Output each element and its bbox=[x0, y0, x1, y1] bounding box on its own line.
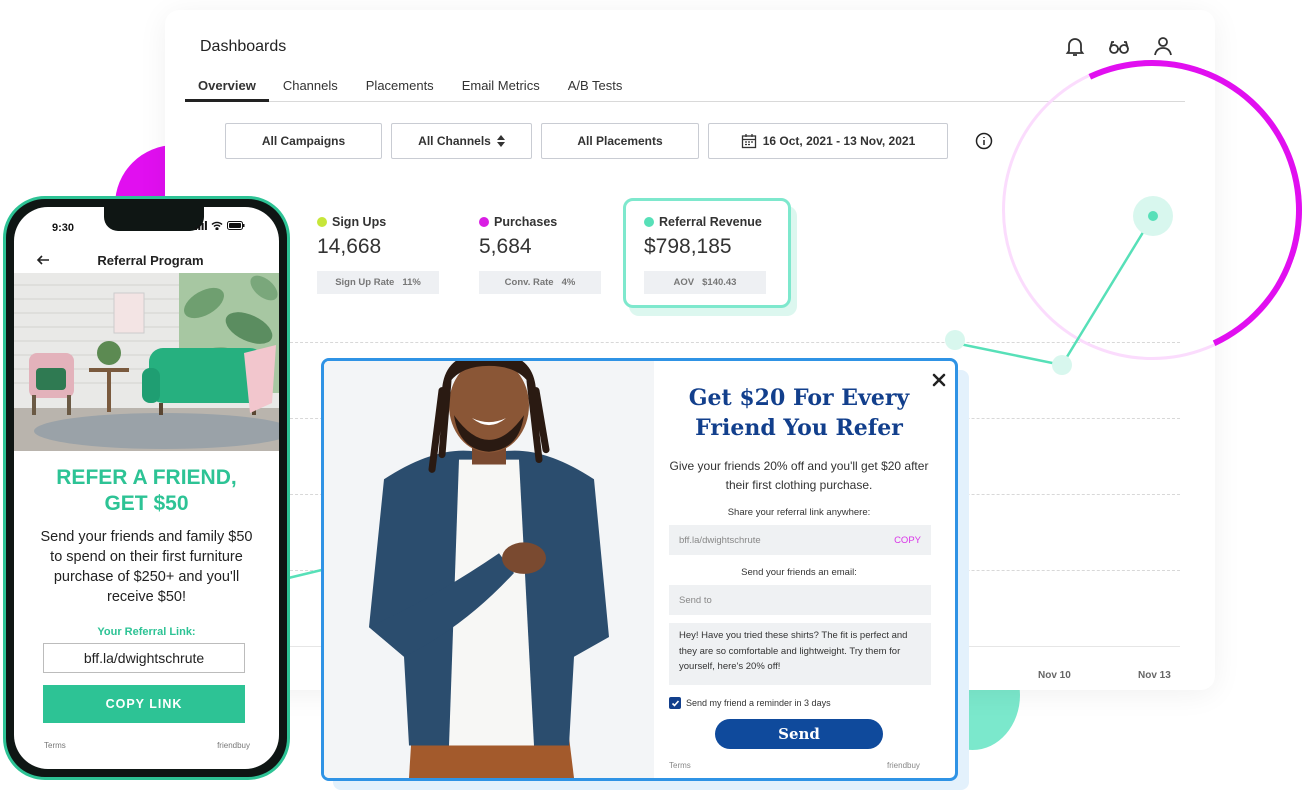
phone-terms-link[interactable]: Terms bbox=[44, 741, 66, 750]
kpi-revenue-sub: AOV $140.43 bbox=[644, 271, 766, 294]
calendar-icon bbox=[741, 134, 756, 149]
status-icons bbox=[195, 221, 245, 230]
phone-body-text: Send your friends and family $50 to spen… bbox=[40, 529, 253, 605]
phone-nav: Referral Program bbox=[14, 247, 279, 275]
kpi-purchases-value: 5,684 bbox=[479, 235, 532, 258]
purchases-dot bbox=[479, 217, 489, 227]
smiling-man-photo bbox=[324, 361, 654, 778]
bell-icon[interactable] bbox=[1063, 34, 1087, 58]
phone-notch bbox=[104, 207, 204, 231]
campaigns-filter[interactable]: All Campaigns bbox=[225, 123, 382, 159]
reminder-row: Send my friend a reminder in 3 days bbox=[669, 697, 831, 709]
check-icon bbox=[671, 699, 679, 707]
share-link-label: Share your referral link anywhere: bbox=[727, 507, 871, 518]
header-icons bbox=[1063, 34, 1175, 58]
kpi-sign-ups-label: Sign Ups bbox=[332, 215, 387, 229]
kpi-sign-ups-value: 14,668 bbox=[317, 235, 382, 258]
referral-link-field[interactable]: bff.la/dwightschrute bbox=[43, 643, 245, 673]
placements-filter[interactable]: All Placements bbox=[541, 123, 699, 159]
referral-link-field[interactable]: bff.la/dwightschrute COPY bbox=[669, 525, 931, 555]
conv-rate-value: 4% bbox=[561, 277, 576, 288]
popup-title: Get $20 For Every Friend You Refer bbox=[688, 385, 910, 441]
kpi-sign-ups-sub: Sign Up Rate 11% bbox=[317, 271, 439, 294]
phone-mockup: 9:30 Referral Program REFER A FRIEND, GE… bbox=[3, 196, 290, 780]
date-range-label: 16 Oct, 2021 - 13 Nov, 2021 bbox=[762, 134, 916, 148]
send-to-placeholder: Send to bbox=[679, 594, 712, 606]
phone-headline-line2: GET $50 bbox=[104, 492, 189, 515]
popup-brand: friendbuy bbox=[887, 761, 920, 770]
kpi-sign-ups[interactable]: Sign Ups 14,668 Sign Up Rate 11% bbox=[317, 215, 439, 294]
living-room-photo bbox=[14, 273, 279, 451]
tab-channels[interactable]: Channels bbox=[269, 78, 352, 102]
wifi-icon bbox=[211, 221, 223, 230]
kpi-revenue-label: Referral Revenue bbox=[659, 215, 762, 229]
referral-link-value: bff.la/dwightschrute bbox=[679, 534, 761, 546]
tab-overview[interactable]: Overview bbox=[185, 78, 269, 102]
popup-terms-link[interactable]: Terms bbox=[669, 761, 691, 770]
phone-headline: REFER A FRIEND, GET $50 bbox=[14, 465, 279, 517]
referral-popup: Get $20 For Every Friend You Refer Give … bbox=[321, 358, 958, 781]
status-time: 9:30 bbox=[52, 222, 75, 234]
phone-brand: friendbuy bbox=[217, 741, 250, 750]
kpi-purchases-label: Purchases bbox=[494, 215, 558, 229]
email-message-textarea[interactable]: Hey! Have you tried these shirts? The fi… bbox=[669, 623, 931, 685]
dashboard-title: Dashboards bbox=[200, 38, 287, 55]
kpi-purchases[interactable]: Purchases 5,684 Conv. Rate 4% bbox=[479, 215, 601, 294]
kpi-purchases-sub: Conv. Rate 4% bbox=[479, 271, 601, 294]
reminder-checkbox[interactable] bbox=[669, 697, 681, 709]
kpi-revenue-header: Referral Revenue bbox=[644, 215, 766, 229]
aov-label: AOV bbox=[673, 277, 695, 288]
tab-email-metrics[interactable]: Email Metrics bbox=[448, 78, 554, 102]
sort-arrows-icon bbox=[496, 135, 505, 147]
channels-filter[interactable]: All Channels bbox=[391, 123, 532, 159]
sign-up-rate-value: 11% bbox=[402, 277, 421, 288]
date-range-picker[interactable]: 16 Oct, 2021 - 13 Nov, 2021 bbox=[708, 123, 948, 159]
kpi-purchases-header: Purchases bbox=[479, 215, 601, 229]
tab-ab-tests[interactable]: A/B Tests bbox=[554, 78, 637, 102]
aov-value: $140.43 bbox=[702, 277, 737, 288]
reminder-label: Send my friend a reminder in 3 days bbox=[686, 698, 831, 708]
filter-bar: All Campaigns All Channels All Placement… bbox=[225, 123, 993, 159]
phone-screen: 9:30 Referral Program REFER A FRIEND, GE… bbox=[14, 207, 279, 769]
sign-ups-dot bbox=[317, 217, 327, 227]
send-to-input[interactable]: Send to bbox=[669, 585, 931, 615]
copy-link-button[interactable]: COPY LINK bbox=[43, 685, 245, 723]
battery-icon bbox=[227, 221, 245, 230]
email-section-label: Send your friends an email: bbox=[741, 567, 857, 578]
kpi-referral-revenue[interactable]: Referral Revenue $798,185 AOV $140.43 bbox=[644, 215, 766, 294]
campaigns-filter-label: All Campaigns bbox=[261, 134, 346, 148]
dashboard-tabs: Overview Channels Placements Email Metri… bbox=[185, 78, 1185, 102]
phone-headline-line1: REFER A FRIEND, bbox=[56, 466, 237, 489]
revenue-dot bbox=[644, 217, 654, 227]
tab-placements[interactable]: Placements bbox=[352, 78, 448, 102]
axis-label: Nov 13 bbox=[1138, 670, 1171, 681]
send-button[interactable]: Send bbox=[715, 719, 883, 749]
user-icon[interactable] bbox=[1151, 34, 1175, 58]
conv-rate-label: Conv. Rate bbox=[504, 277, 554, 288]
copy-button[interactable]: COPY bbox=[894, 535, 921, 546]
phone-screen-title: Referral Program bbox=[97, 253, 204, 268]
channels-filter-label: All Channels bbox=[418, 134, 491, 148]
glasses-icon[interactable] bbox=[1107, 34, 1131, 58]
info-icon[interactable] bbox=[975, 132, 993, 150]
referral-link-label: Your Referral Link: bbox=[97, 626, 196, 638]
kpi-sign-ups-header: Sign Ups bbox=[317, 215, 439, 229]
sign-up-rate-label: Sign Up Rate bbox=[335, 277, 395, 288]
signal-icon bbox=[195, 221, 207, 230]
chart-gridline bbox=[280, 342, 1180, 343]
placements-filter-label: All Placements bbox=[577, 134, 663, 148]
popup-subtitle: Give your friends 20% off and you'll get… bbox=[669, 459, 929, 492]
kpi-revenue-value: $798,185 bbox=[644, 235, 732, 258]
axis-label: Nov 10 bbox=[1038, 670, 1071, 681]
